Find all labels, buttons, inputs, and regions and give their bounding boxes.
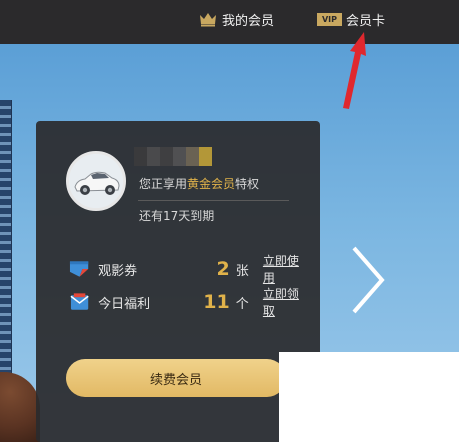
my-member-label: 我的会员 <box>222 13 275 29</box>
blank-overlay <box>279 352 459 442</box>
membership-status: 您正享用黄金会员特权 <box>139 175 259 192</box>
benefit-count: 11 <box>203 291 230 313</box>
user-avatar[interactable] <box>66 151 126 211</box>
expiry-text: 还有17天到期 <box>139 209 215 223</box>
vip-card-link[interactable]: VIP 会员卡 <box>317 9 385 29</box>
gift-envelope-icon <box>70 293 89 310</box>
car-avatar-icon <box>69 154 123 208</box>
chevron-right-icon[interactable] <box>348 244 388 316</box>
benefit-count: 2 <box>216 258 230 280</box>
renew-membership-button[interactable]: 续费会员 <box>66 359 286 397</box>
username-mosaic <box>134 147 212 166</box>
claim-now-link[interactable]: 立即领取 <box>263 285 309 319</box>
member-card-panel: 您正享用黄金会员特权 还有17天到期 观影券 2 张 立即使用 今日福利 11 … <box>36 121 320 442</box>
benefit-row-daily-welfare: 今日福利 11 个 立即领取 <box>69 287 309 318</box>
vip-card-label: 会员卡 <box>346 13 386 29</box>
divider <box>138 200 289 201</box>
benefit-row-movie-ticket: 观影券 2 张 立即使用 <box>69 254 309 285</box>
my-member-link[interactable]: 我的会员 <box>198 9 274 29</box>
benefit-label: 今日福利 <box>98 296 151 312</box>
status-suffix: 特权 <box>235 177 260 191</box>
benefit-unit: 个 <box>235 296 249 312</box>
member-tier: 黄金会员 <box>187 177 236 191</box>
status-prefix: 您正享用 <box>139 177 188 191</box>
top-navigation-bar: 我的会员 VIP 会员卡 <box>0 0 459 44</box>
red-annotation-arrow <box>343 32 366 109</box>
movie-ticket-icon <box>69 261 89 277</box>
crown-icon <box>200 13 216 27</box>
use-now-link[interactable]: 立即使用 <box>263 252 309 286</box>
benefit-label: 观影券 <box>98 263 138 279</box>
benefit-unit: 张 <box>235 263 249 279</box>
vip-badge-icon: VIP <box>317 12 342 26</box>
